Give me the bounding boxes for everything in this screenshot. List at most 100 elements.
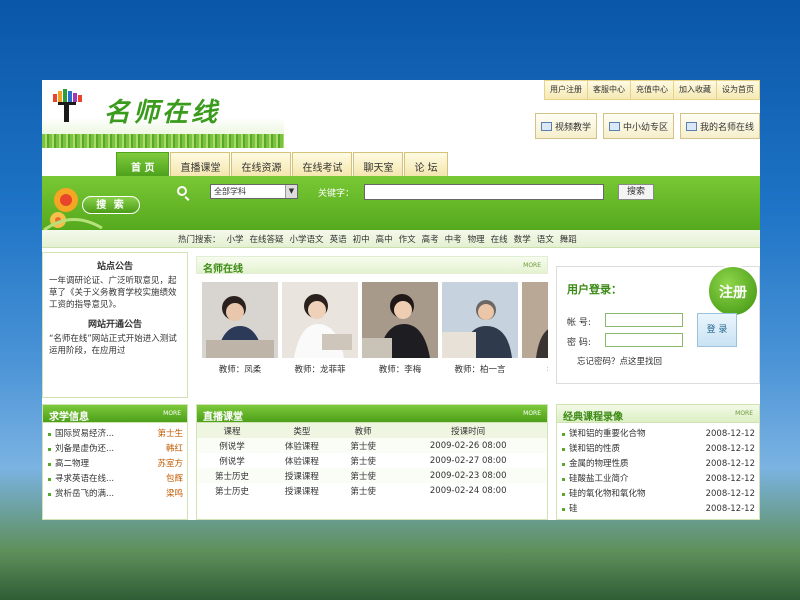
- logo-area[interactable]: 名师在线: [42, 80, 284, 148]
- more-link[interactable]: MORE: [735, 410, 753, 417]
- list-item-title[interactable]: 硅: [561, 502, 578, 517]
- hot-term[interactable]: 舞蹈: [560, 235, 577, 245]
- teacher-photo[interactable]: [202, 282, 278, 358]
- nav-forum[interactable]: 论 坛: [404, 152, 448, 176]
- course-cell[interactable]: 第士历史: [197, 483, 267, 498]
- hot-term[interactable]: 英语: [330, 235, 347, 245]
- more-link[interactable]: MORE: [523, 262, 541, 269]
- list-item-date: 2008-12-12: [705, 504, 755, 514]
- nav-exam[interactable]: 在线考试: [292, 152, 353, 176]
- list-item[interactable]: 镁和铝的性质 2008-12-12: [561, 442, 755, 457]
- table-row[interactable]: 第士历史 授课课程 第士使 2009-02-23 08:00: [197, 468, 547, 483]
- hot-term[interactable]: 中考: [445, 235, 462, 245]
- k12-zone-button[interactable]: 中小幼专区: [602, 113, 674, 139]
- nav-live-class[interactable]: 直播课堂: [170, 152, 231, 176]
- list-item-title[interactable]: 硅酸盐工业简介: [561, 472, 629, 487]
- list-item[interactable]: 金属的物理性质 2008-12-12: [561, 457, 755, 472]
- teacher-name[interactable]: 教师：: [522, 363, 548, 375]
- teacher-name[interactable]: 教师：龙菲菲: [282, 363, 358, 375]
- time-cell: 2009-02-23 08:00: [389, 468, 547, 483]
- hot-term[interactable]: 小学语文: [290, 235, 324, 245]
- login-button[interactable]: 登 录: [697, 313, 737, 347]
- teacher-name[interactable]: 教师：凤柔: [202, 363, 278, 375]
- nav-resources[interactable]: 在线资源: [231, 152, 292, 176]
- video-teaching-button[interactable]: 视频教学: [534, 113, 597, 139]
- list-item[interactable]: 寻求英语在线... 包辉: [47, 472, 183, 487]
- list-item[interactable]: 硅的氧化物和氧化物 2008-12-12: [561, 487, 755, 502]
- top-links: 用户注册 客服中心 充值中心 加入收藏 设为首页: [544, 80, 760, 100]
- hot-term[interactable]: 数学: [514, 235, 531, 245]
- table-row[interactable]: 第士历史 授课课程 第士使 2009-02-24 08:00: [197, 483, 547, 498]
- course-cell[interactable]: 例说学: [197, 453, 267, 468]
- nav-home[interactable]: 首 页: [116, 152, 170, 176]
- register-link[interactable]: 用户注册: [545, 81, 587, 99]
- time-cell: 2009-02-27 08:00: [429, 455, 507, 466]
- forgot-password-link[interactable]: 忘记密码？点这里找回: [577, 355, 662, 367]
- hot-term[interactable]: 小学: [227, 235, 244, 245]
- teacher-names: 教师：凤柔 教师：龙菲菲 教师：李梅 教师：柏一言 教师：: [202, 363, 548, 375]
- teacher-photo[interactable]: [362, 282, 438, 358]
- service-center-link[interactable]: 客服中心: [587, 81, 630, 99]
- course-cell[interactable]: 第士历史: [197, 468, 267, 483]
- column-header: 类型: [266, 423, 337, 438]
- list-item[interactable]: 镁和铝的重要化合物 2008-12-12: [561, 427, 755, 442]
- hot-term[interactable]: 在线: [491, 235, 508, 245]
- more-link[interactable]: MORE: [523, 410, 541, 417]
- hot-term[interactable]: 高中: [376, 235, 393, 245]
- list-item-title[interactable]: 高二物理: [47, 457, 89, 472]
- teacher-cell: 第士使: [350, 456, 376, 467]
- teacher-name[interactable]: 教师：柏一言: [442, 363, 518, 375]
- list-item[interactable]: 硅酸盐工业简介 2008-12-12: [561, 472, 755, 487]
- register-button[interactable]: 注册: [707, 265, 759, 317]
- nav-chatroom[interactable]: 聊天室: [353, 152, 404, 176]
- set-homepage-link[interactable]: 设为首页: [716, 81, 759, 99]
- list-item[interactable]: 刘备是虚伪还... 韩红: [47, 442, 183, 457]
- list-item[interactable]: 硅 2008-12-12: [561, 502, 755, 517]
- type-cell: 授课课程: [266, 468, 337, 483]
- hot-term[interactable]: 作文: [399, 235, 416, 245]
- list-item-title[interactable]: 硅的氧化物和氧化物: [561, 487, 646, 502]
- hot-term[interactable]: 物理: [468, 235, 485, 245]
- recharge-link[interactable]: 充值中心: [630, 81, 673, 99]
- list-item-title[interactable]: 赏析岳飞的满...: [47, 487, 114, 502]
- more-link[interactable]: MORE: [163, 410, 181, 417]
- list-item-title[interactable]: 镁和铝的重要化合物: [561, 427, 646, 442]
- hot-term[interactable]: 初中: [353, 235, 370, 245]
- teacher-name[interactable]: 教师：李梅: [362, 363, 438, 375]
- password-input[interactable]: [605, 333, 683, 347]
- list-item-title[interactable]: 寻求英语在线...: [47, 472, 114, 487]
- teacher-photo[interactable]: [442, 282, 518, 358]
- list-item[interactable]: 赏析岳飞的满... 梁鸣: [47, 487, 183, 502]
- list-item-title[interactable]: 金属的物理性质: [561, 457, 629, 472]
- list-item-date: 2008-12-12: [705, 489, 755, 499]
- live-class-table: 课程 类型 教师 授课时间 例说学 体验课程 第士使 2009-02-26 08:00 例说…: [197, 423, 547, 498]
- subject-select[interactable]: 全部学科 ▼: [210, 184, 298, 199]
- list-item-title[interactable]: 镁和铝的性质: [561, 442, 620, 457]
- list-item-title[interactable]: 国际贸易经济...: [47, 427, 114, 442]
- column-header: 授课时间: [389, 423, 547, 438]
- my-account-button[interactable]: 我的名师在线: [679, 113, 760, 139]
- course-cell[interactable]: 例说学: [197, 438, 267, 453]
- chevron-down-icon[interactable]: ▼: [285, 185, 297, 198]
- add-favorite-link[interactable]: 加入收藏: [673, 81, 716, 99]
- time-cell: 2009-02-24 08:00: [429, 485, 507, 496]
- list-item[interactable]: 高二物理 苏室方: [47, 457, 183, 472]
- list-item-title[interactable]: 刘备是虚伪还...: [47, 442, 114, 457]
- teacher-photo[interactable]: [282, 282, 358, 358]
- teacher-cell: 第士使: [350, 486, 376, 497]
- list-item[interactable]: 国际贸易经济... 第士生: [47, 427, 183, 442]
- k12-zone-label: 中小幼专区: [622, 122, 668, 133]
- search-button[interactable]: 搜索: [618, 184, 654, 200]
- user-icon: [685, 121, 697, 131]
- hot-term[interactable]: 高考: [422, 235, 439, 245]
- column-header: 教师: [336, 423, 390, 438]
- table-row[interactable]: 例说学 体验课程 第士使 2009-02-27 08:00: [197, 453, 547, 468]
- account-input[interactable]: [605, 313, 683, 327]
- teacher-photo[interactable]: [522, 282, 548, 358]
- hot-term[interactable]: 在线答疑: [250, 235, 284, 245]
- table-row[interactable]: 例说学 体验课程 第士使 2009-02-26 08:00: [197, 438, 547, 453]
- login-panel: 用户登录： 注册 帐 号: 密 码: 登 录 忘记密码？点这里找回: [556, 265, 760, 384]
- keyword-input[interactable]: [364, 184, 604, 200]
- hot-term[interactable]: 语文: [537, 235, 554, 245]
- live-class-title: 直播课堂: [203, 412, 243, 423]
